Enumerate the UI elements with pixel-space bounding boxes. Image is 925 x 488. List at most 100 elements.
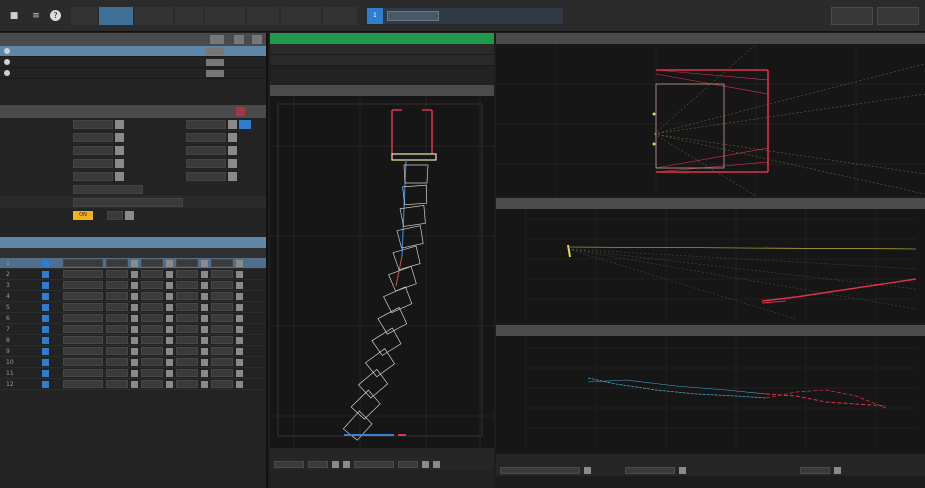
- field-value[interactable]: [186, 158, 226, 168]
- spl-input[interactable]: [500, 466, 580, 474]
- field-dropdown-button[interactable]: [228, 132, 237, 142]
- sources-edit-button[interactable]: [210, 35, 224, 44]
- top-right-box-1[interactable]: [831, 7, 873, 25]
- tab-6[interactable]: [247, 6, 279, 25]
- source-button[interactable]: [206, 58, 224, 66]
- cabinet-angle-cell[interactable]: [106, 336, 128, 344]
- cabinet-angle-cell[interactable]: [106, 314, 128, 322]
- status-slot[interactable]: [386, 10, 439, 21]
- cabinet-gain-button[interactable]: [236, 336, 243, 344]
- cabinet-angle-button[interactable]: [131, 281, 138, 289]
- control-button[interactable]: [332, 460, 339, 468]
- source-row[interactable]: [0, 46, 266, 57]
- cabinet-value-cell[interactable]: [141, 292, 163, 300]
- status-number[interactable]: 1: [367, 7, 383, 24]
- cabinet-value-button[interactable]: [166, 325, 173, 333]
- spl-view-plot[interactable]: [496, 336, 925, 454]
- cabinet-value-button[interactable]: [166, 369, 173, 377]
- section-view-plot[interactable]: [496, 209, 925, 323]
- control-input[interactable]: [354, 460, 394, 468]
- extra-input[interactable]: [73, 184, 143, 194]
- field-value[interactable]: [73, 132, 113, 142]
- cabinet-extra-cell[interactable]: [176, 314, 198, 322]
- cabinet-extra-button[interactable]: [201, 325, 208, 333]
- field-stepper-button[interactable]: [115, 171, 124, 181]
- control-input[interactable]: [398, 460, 418, 468]
- cabinet-angle-button[interactable]: [131, 336, 138, 344]
- cabinet-checkbox[interactable]: [42, 314, 49, 322]
- field-stepper-button[interactable]: [115, 145, 124, 155]
- cabinet-value-button[interactable]: [166, 358, 173, 366]
- cabinet-row[interactable]: 10: [0, 357, 266, 368]
- toggle-value-input[interactable]: [107, 210, 123, 220]
- cabinet-gain-button[interactable]: [236, 380, 243, 388]
- cabinet-value-button[interactable]: [166, 281, 173, 289]
- field-link-button[interactable]: [239, 119, 251, 129]
- cabinet-type-cell[interactable]: [63, 270, 103, 278]
- cabinet-extra-button[interactable]: [201, 259, 208, 267]
- cabinet-extra-cell[interactable]: [176, 358, 198, 366]
- source-visible-icon[interactable]: [4, 48, 10, 54]
- cabinet-extra-cell[interactable]: [176, 259, 198, 267]
- cabinet-row[interactable]: 6: [0, 313, 266, 324]
- cabinet-extra-cell[interactable]: [176, 347, 198, 355]
- spl-input[interactable]: [800, 466, 830, 474]
- tab-4[interactable]: [175, 6, 203, 25]
- cabinet-checkbox[interactable]: [42, 347, 49, 355]
- speaker-icon[interactable]: ■: [6, 8, 22, 24]
- tab-5[interactable]: [205, 6, 245, 25]
- cabinet-gain-cell[interactable]: [211, 380, 233, 388]
- top-view-plot[interactable]: [496, 43, 925, 197]
- info-icon[interactable]: ?: [50, 10, 61, 21]
- cabinet-angle-button[interactable]: [131, 314, 138, 322]
- cabinet-gain-button[interactable]: [236, 358, 243, 366]
- cabinet-value-cell[interactable]: [141, 281, 163, 289]
- cabinet-row[interactable]: 11: [0, 368, 266, 379]
- cabinet-gain-button[interactable]: [236, 325, 243, 333]
- cabinet-type-cell[interactable]: [63, 259, 103, 267]
- field-value[interactable]: [186, 171, 226, 181]
- cabinet-angle-button[interactable]: [131, 380, 138, 388]
- cabinet-angle-cell[interactable]: [106, 303, 128, 311]
- tab-3[interactable]: [135, 6, 173, 25]
- cabinet-checkbox[interactable]: [42, 259, 49, 267]
- cabinet-gain-button[interactable]: [236, 303, 243, 311]
- cabinet-extra-button[interactable]: [201, 347, 208, 355]
- cabinet-value-button[interactable]: [166, 292, 173, 300]
- cabinet-gain-cell[interactable]: [211, 259, 233, 267]
- cabinet-type-cell[interactable]: [63, 325, 103, 333]
- cabinet-value-button[interactable]: [166, 336, 173, 344]
- spl-button[interactable]: [679, 466, 686, 474]
- cabinet-type-cell[interactable]: [63, 369, 103, 377]
- field-value[interactable]: [73, 119, 113, 129]
- cabinet-gain-cell[interactable]: [211, 281, 233, 289]
- cabinet-type-cell[interactable]: [63, 314, 103, 322]
- cabinet-value-cell[interactable]: [141, 369, 163, 377]
- cabinet-value-cell[interactable]: [141, 270, 163, 278]
- spl-button[interactable]: [834, 466, 841, 474]
- cabinet-gain-cell[interactable]: [211, 336, 233, 344]
- cabinet-extra-cell[interactable]: [176, 325, 198, 333]
- cabinet-row[interactable]: 4: [0, 291, 266, 302]
- cabinet-type-cell[interactable]: [63, 380, 103, 388]
- field-dropdown-button[interactable]: [228, 119, 237, 129]
- field-value[interactable]: [186, 132, 226, 142]
- cabinet-value-button[interactable]: [166, 303, 173, 311]
- cabinet-angle-button[interactable]: [131, 303, 138, 311]
- field-value[interactable]: [186, 145, 226, 155]
- extra-input[interactable]: [73, 197, 183, 207]
- cabinet-angle-button[interactable]: [131, 292, 138, 300]
- field-value[interactable]: [73, 145, 113, 155]
- cabinet-extra-button[interactable]: [201, 303, 208, 311]
- cabinet-value-button[interactable]: [166, 314, 173, 322]
- cabinet-angle-cell[interactable]: [106, 292, 128, 300]
- cabinet-value-cell[interactable]: [141, 259, 163, 267]
- cabinet-checkbox[interactable]: [42, 380, 49, 388]
- field-value[interactable]: [73, 171, 113, 181]
- cabinet-gain-button[interactable]: [236, 314, 243, 322]
- cabinet-checkbox[interactable]: [42, 292, 49, 300]
- source-row[interactable]: [0, 57, 266, 68]
- spl-button[interactable]: [584, 466, 591, 474]
- cabinet-checkbox[interactable]: [42, 336, 49, 344]
- side-view-plot[interactable]: [270, 96, 494, 448]
